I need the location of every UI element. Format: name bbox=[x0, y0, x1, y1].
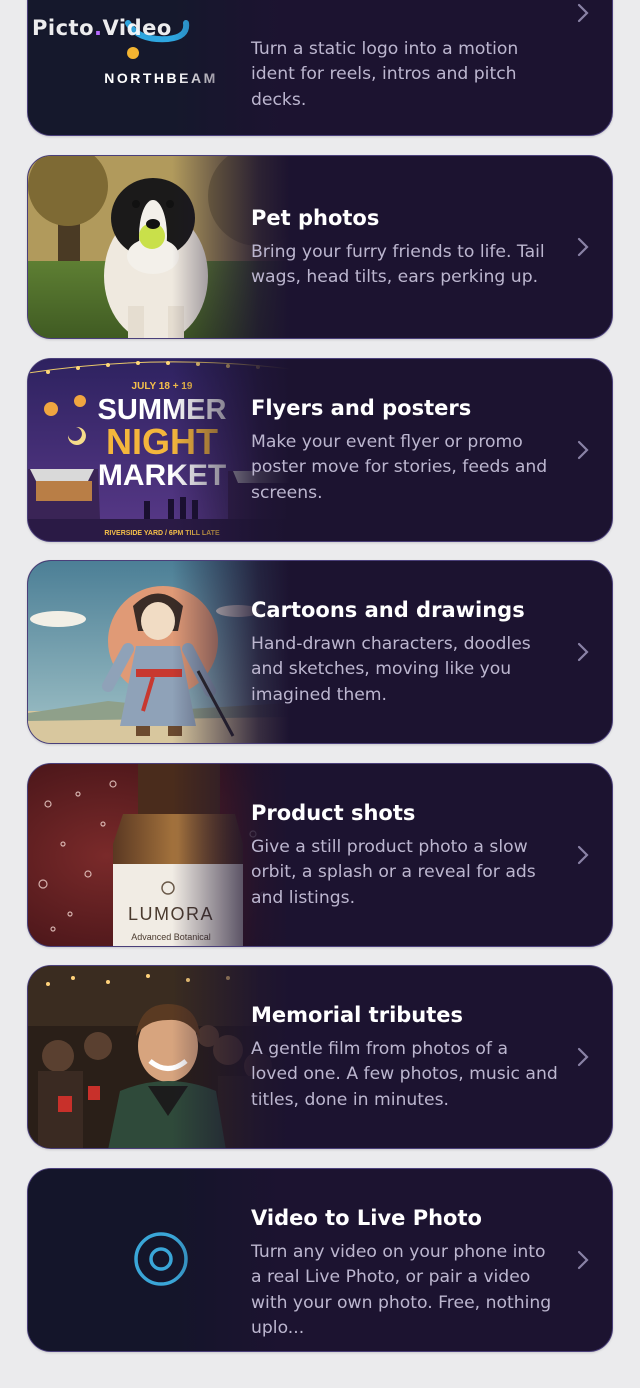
card-cartoons-drawings[interactable]: Cartoons and drawings Hand-drawn charact… bbox=[27, 560, 613, 744]
chevron-right-icon bbox=[576, 1, 590, 25]
card-description: Bring your furry friends to life. Tail w… bbox=[251, 242, 545, 288]
card-product-shots[interactable]: LUMORA Advanced Botanical Product shots … bbox=[27, 763, 613, 947]
poster-footer: RIVERSIDE YARD / 6PM TILL LATE bbox=[104, 530, 220, 537]
poster-line1: SUMMER bbox=[98, 394, 227, 426]
card-title: Cartoons and drawings bbox=[251, 598, 525, 622]
card-description: Turn any video on your phone into a real… bbox=[251, 1242, 552, 1339]
card-description: Turn a static logo into a motion ident f… bbox=[251, 39, 519, 110]
card-title: Memorial tributes bbox=[251, 1003, 464, 1027]
chevron-right-icon bbox=[576, 640, 590, 664]
card-flyers-posters[interactable]: JULY 18 + 19 SUMMER NIGHT MARKET RIVERSI… bbox=[27, 358, 613, 542]
card-title: Product shots bbox=[251, 801, 416, 825]
card-description: Hand-drawn characters, doodles and sketc… bbox=[251, 634, 531, 705]
chevron-right-icon bbox=[576, 843, 590, 867]
card-memorial-tributes[interactable]: Memorial tributes A gentle film from pho… bbox=[27, 965, 613, 1149]
card-description: Make your event flyer or promo poster mo… bbox=[251, 432, 548, 503]
card-title: Pet photos bbox=[251, 206, 380, 230]
poster-line2: NIGHT bbox=[106, 421, 218, 462]
watermark: Picto.Video bbox=[32, 16, 172, 40]
chevron-right-icon bbox=[576, 235, 590, 259]
chevron-right-icon bbox=[576, 1045, 590, 1069]
product-subtext: Advanced Botanical bbox=[131, 932, 211, 942]
card-video-to-live-photo[interactable]: Video to Live Photo Turn any video on yo… bbox=[27, 1168, 613, 1352]
card-description: A gentle film from photos of a loved one… bbox=[251, 1039, 558, 1110]
card-title: Flyers and posters bbox=[251, 396, 472, 420]
chevron-right-icon bbox=[576, 438, 590, 462]
chevron-right-icon bbox=[576, 1248, 590, 1272]
poster-line3: MARKET bbox=[98, 459, 226, 492]
card-pet-photos[interactable]: Pet photos Bring your furry friends to l… bbox=[27, 155, 613, 339]
poster-date: JULY 18 + 19 bbox=[132, 381, 193, 392]
product-brand: LUMORA bbox=[128, 904, 214, 924]
northbeam-wordmark: NORTHBEAM bbox=[104, 70, 218, 86]
card-title: Video to Live Photo bbox=[251, 1206, 482, 1230]
card-description: Give a still product photo a slow orbit,… bbox=[251, 837, 536, 908]
